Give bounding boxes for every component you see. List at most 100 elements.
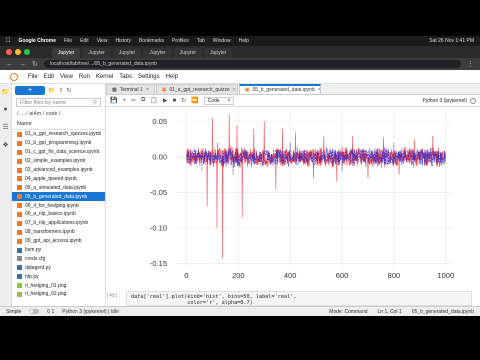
file-name: 07_b_nlp_applications.ipynb	[25, 220, 89, 227]
file-item[interactable]: 08_transformers.ipynb	[12, 228, 105, 237]
mac-menu-file[interactable]: File	[64, 38, 72, 44]
mac-menu-window[interactable]: Window	[213, 38, 231, 44]
text-file-icon	[17, 256, 22, 262]
new-launcher-button[interactable]: +	[15, 85, 45, 95]
mac-menu-bookmarks[interactable]: Bookmarks	[139, 38, 164, 44]
menu-view[interactable]: View	[60, 74, 73, 80]
cut-icon[interactable]: ✂	[131, 97, 136, 104]
address-bar[interactable]: localhost/lab/tree/.../05_b_generated_da…	[43, 60, 461, 68]
status-bar: Simple 0 1 Python 3 (ipykernel) | Idle M…	[0, 306, 480, 316]
mac-menu-profiles[interactable]: Profiles	[172, 38, 189, 44]
file-item[interactable]: rl_hedging_02.png	[12, 290, 105, 299]
file-item[interactable]: 06_rl_for_hedging.ipynb	[12, 201, 105, 210]
paste-icon[interactable]: 📋	[150, 97, 157, 104]
browser-tab[interactable]: Jupyter	[112, 48, 142, 58]
menu-run[interactable]: Run	[79, 74, 90, 80]
stop-icon[interactable]: ■	[172, 98, 176, 104]
tab-notebook-active[interactable]: ▣ 05_b_generated_data.ipynb ×	[238, 84, 321, 94]
cell-prompt: [48]:	[106, 293, 122, 299]
run-icon[interactable]: ▶	[163, 97, 168, 104]
file-item[interactable]: 04_apple_tpseed.ipynb	[12, 174, 105, 183]
cursor-position[interactable]: Ln 1, Col 1	[378, 309, 402, 315]
simple-mode-toggle[interactable]	[29, 309, 40, 314]
fast-forward-icon[interactable]: ⏩	[191, 97, 198, 104]
save-icon[interactable]: 💾	[110, 97, 117, 104]
menu-settings[interactable]: Settings	[138, 74, 160, 80]
mac-menu-tab[interactable]: Tab	[197, 38, 205, 44]
file-item[interactable]: 01_c_gpt_fin_data_science.ipynb	[12, 148, 105, 157]
file-name: 06_rl_for_hedging.ipynb	[25, 202, 79, 209]
kebab-menu-icon[interactable]: ⋮	[467, 60, 474, 68]
file-item[interactable]: dqlagent.py	[12, 263, 105, 272]
menu-help[interactable]: Help	[166, 74, 178, 80]
file-item[interactable]: bsm.py	[12, 246, 105, 255]
file-item[interactable]: 05_b_generated_data.ipynb	[12, 192, 105, 202]
add-cell-icon[interactable]: +	[122, 98, 126, 104]
file-item[interactable]: 05_a_simulated_data.ipynb	[12, 183, 105, 192]
filter-input[interactable]: Filter files by name ⚲	[16, 98, 101, 107]
name-column-header[interactable]: Name	[12, 119, 105, 130]
file-item[interactable]: 02_simple_examples.ipynb	[12, 157, 105, 166]
zoom-window-button[interactable]	[24, 49, 30, 55]
back-arrow-icon[interactable]: ←	[6, 61, 13, 68]
browser-tab[interactable]: Jupyter	[52, 48, 81, 58]
mac-menu-edit[interactable]: Edit	[80, 38, 89, 44]
file-item[interactable]: 06_a_nlp_basics.ipynb	[12, 210, 105, 219]
restart-icon[interactable]: ↻	[181, 97, 186, 104]
minimize-window-button[interactable]	[15, 49, 21, 55]
file-item[interactable]: rl_hedging_01.png	[12, 281, 105, 290]
apple-icon[interactable]: 	[6, 38, 11, 44]
running-icon[interactable]: ●	[3, 106, 7, 113]
browser-tab[interactable]: Jupyter	[143, 48, 172, 58]
reload-icon[interactable]: ↻	[32, 60, 38, 68]
mac-menu-view[interactable]: View	[97, 38, 108, 44]
menu-kernel[interactable]: Kernel	[96, 74, 113, 80]
mac-menu-history[interactable]: History	[115, 38, 131, 44]
file-item[interactable]: 07_b_nlp_applications.ipynb	[12, 219, 105, 228]
folder-icon[interactable]: 📁	[1, 88, 10, 96]
refresh-icon[interactable]: ↻	[67, 87, 72, 94]
code-editor[interactable]: data['real'].plot(kind='hist', bins=50, …	[126, 291, 472, 306]
forward-arrow-icon[interactable]: →	[19, 61, 26, 68]
file-item[interactable]: hfp.py	[12, 272, 105, 281]
upload-icon[interactable]: ⇧	[58, 87, 63, 94]
file-item[interactable]: creds.cfg	[12, 254, 105, 263]
clock[interactable]: Sat 26 Nov 1:41 PM	[429, 38, 474, 44]
tab-notebook[interactable]: ▣ 01_a_gpt_research_quizze ×	[155, 84, 238, 94]
main-tabbar: ▩ Terminal 1 × ▣ 01_a_gpt_research_quizz…	[106, 84, 480, 95]
browser-tab[interactable]: Jupyter	[173, 48, 203, 58]
commands-icon[interactable]: ☰	[2, 123, 8, 131]
file-item[interactable]: 01_a_gpt_research_quizzes.ipynb	[12, 130, 105, 139]
current-file: 05_b_generated_data.ipynb	[411, 308, 474, 315]
close-window-button[interactable]	[6, 49, 12, 55]
copy-icon[interactable]: ⧉	[141, 97, 145, 104]
tab-terminal[interactable]: ▩ Terminal 1 ×	[106, 84, 155, 94]
kernel-indicator[interactable]: Python 3 (ipykernel)	[423, 97, 476, 104]
menu-tabs[interactable]: Tabs	[119, 74, 132, 80]
close-icon[interactable]: ×	[233, 87, 236, 93]
file-name: rl_hedging_01.png	[25, 282, 67, 289]
file-item[interactable]: 03_advanced_examples.ipynb	[12, 166, 105, 175]
mac-menubar:  Google Chrome File Edit View History B…	[0, 36, 480, 46]
kernel-status[interactable]: Python 3 (ipykernel) | Idle	[62, 309, 119, 315]
notebook-content[interactable]: 0 200 400 600 800 1000 0.05 0.00 -0.05 -0.10 -0.15…	[106, 107, 480, 306]
mac-app-name[interactable]: Google Chrome	[19, 38, 57, 44]
file-item[interactable]: 01_b_gpt_programming.ipynb	[12, 139, 105, 148]
puzzle-icon[interactable]: ❖	[2, 141, 8, 149]
menu-edit[interactable]: Edit	[44, 74, 54, 80]
terminal-icon: ▩	[112, 86, 117, 93]
notebook-icon	[17, 185, 22, 191]
file-item[interactable]: 09_gpt_api_access.ipynb	[12, 237, 105, 246]
window-controls	[6, 49, 30, 55]
breadcrumb[interactable]: / ... / ai4m / code /	[12, 109, 105, 119]
browser-tab[interactable]: Jupyter	[82, 48, 111, 58]
cell-type-select[interactable]: Code ˅	[203, 96, 235, 105]
close-icon[interactable]: ×	[318, 87, 320, 93]
notebook-icon	[17, 149, 22, 155]
close-icon[interactable]: ×	[146, 87, 149, 93]
mac-menu-help[interactable]: Help	[239, 38, 249, 44]
terminal-count[interactable]: 0 1	[47, 309, 54, 315]
menu-file[interactable]: File	[28, 74, 38, 80]
browser-tab[interactable]: Jupyter	[204, 48, 233, 58]
new-folder-icon[interactable]: 📁	[48, 87, 55, 94]
